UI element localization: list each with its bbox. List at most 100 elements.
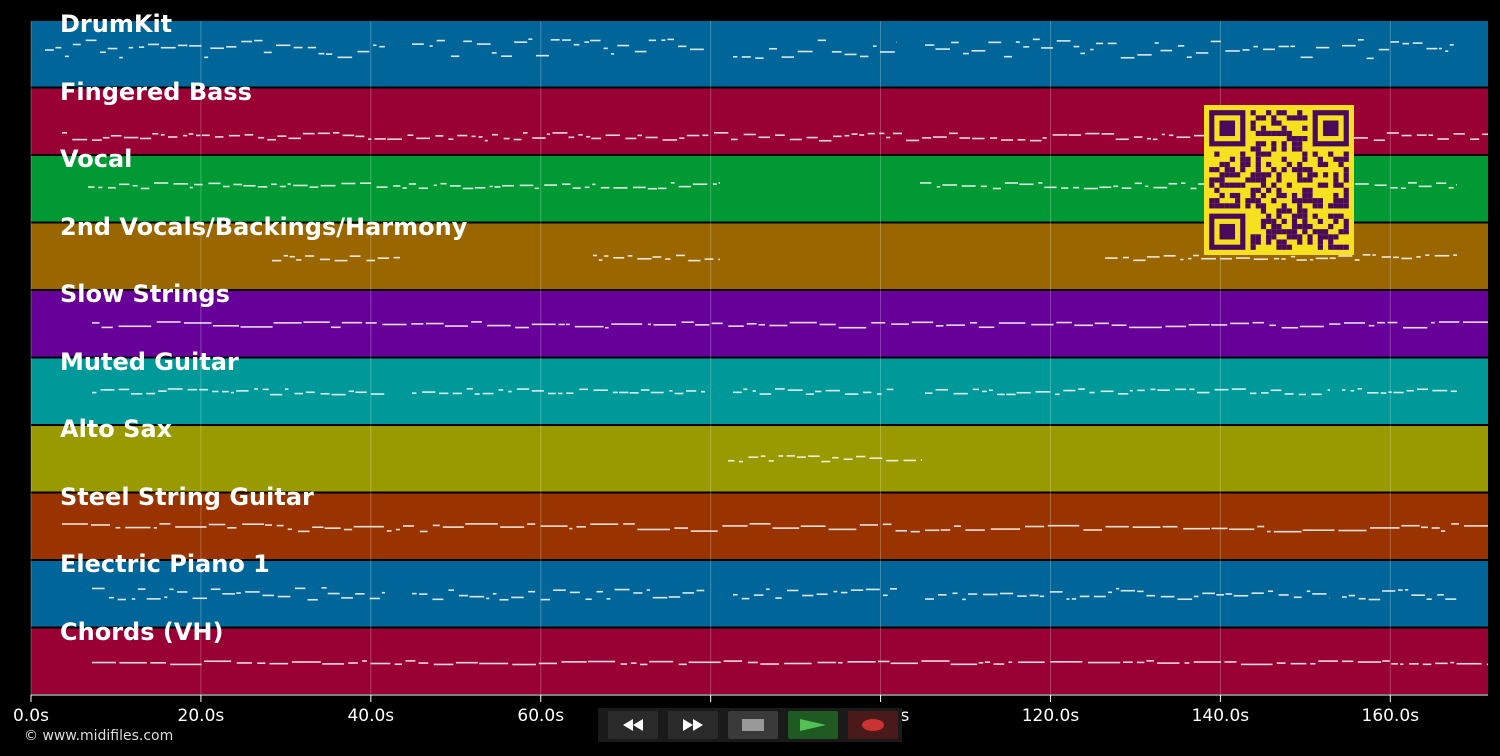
note [527,523,536,525]
note [872,45,877,47]
note [768,460,774,462]
record-button[interactable] [848,711,898,739]
note [772,527,800,529]
note [1195,52,1209,54]
note [1133,136,1143,138]
note [1390,41,1400,43]
note [1428,134,1434,136]
note [1290,45,1296,48]
note [254,388,258,390]
stop-icon [741,718,765,732]
note [1160,49,1173,52]
rewind-button[interactable] [608,711,658,739]
note [416,137,431,140]
note [832,456,839,459]
note [920,459,922,461]
note [1310,662,1316,665]
note [604,326,609,329]
fast-forward-button[interactable] [668,711,718,739]
note [640,389,650,391]
note [1193,661,1221,663]
note [992,187,1001,190]
transport-controls [598,708,902,742]
note [1083,529,1103,531]
note [678,185,691,188]
note [722,525,748,527]
note [623,523,635,525]
note [262,388,269,391]
note [1078,388,1085,390]
note [436,39,445,42]
note [584,186,590,189]
note [1432,389,1448,392]
note [590,523,619,525]
note [288,137,301,140]
note [690,48,704,51]
track-lane [31,426,1488,492]
note [701,390,705,393]
stop-button[interactable] [728,711,778,739]
note [596,590,603,593]
note [1315,46,1330,49]
note [173,183,189,185]
note [1411,594,1425,596]
note [432,524,440,527]
note [1273,530,1302,533]
note [458,594,468,597]
note [1152,138,1158,141]
note [1387,321,1398,324]
note [932,136,947,138]
note [712,183,717,185]
note [1401,524,1420,527]
note [778,455,784,457]
note [433,663,454,666]
note [775,597,782,599]
note [990,528,1021,530]
note [1348,594,1356,597]
note [152,132,159,135]
note [1120,56,1135,59]
track-lane [31,21,1488,87]
note [566,392,574,395]
note [538,662,557,665]
note [1388,391,1392,393]
note [241,40,253,43]
note [212,324,239,327]
note [662,139,678,141]
note [137,588,146,590]
note [508,390,512,393]
note [613,256,625,259]
note [343,528,353,531]
note [755,57,764,59]
tick-label: 60.0s [517,706,565,726]
note [1329,323,1341,325]
note [797,50,813,53]
note [1225,50,1240,52]
note [879,132,885,135]
note [877,393,882,395]
track-lane [31,628,1488,694]
note [951,41,959,44]
note [1401,257,1413,260]
note [293,184,308,187]
note [228,134,240,137]
play-button[interactable] [788,711,838,739]
note [766,588,770,591]
note [164,596,168,599]
note [569,527,573,530]
note [407,134,414,137]
note [377,257,390,259]
note [606,598,611,600]
rewind-icon [619,717,647,733]
note [432,598,444,601]
note [519,184,534,187]
note [925,392,933,394]
note [1436,182,1447,185]
note [471,135,476,138]
note [821,460,831,463]
note [1115,138,1129,141]
note [528,38,533,41]
note [125,526,151,529]
note [1090,48,1094,51]
note [1035,391,1051,393]
